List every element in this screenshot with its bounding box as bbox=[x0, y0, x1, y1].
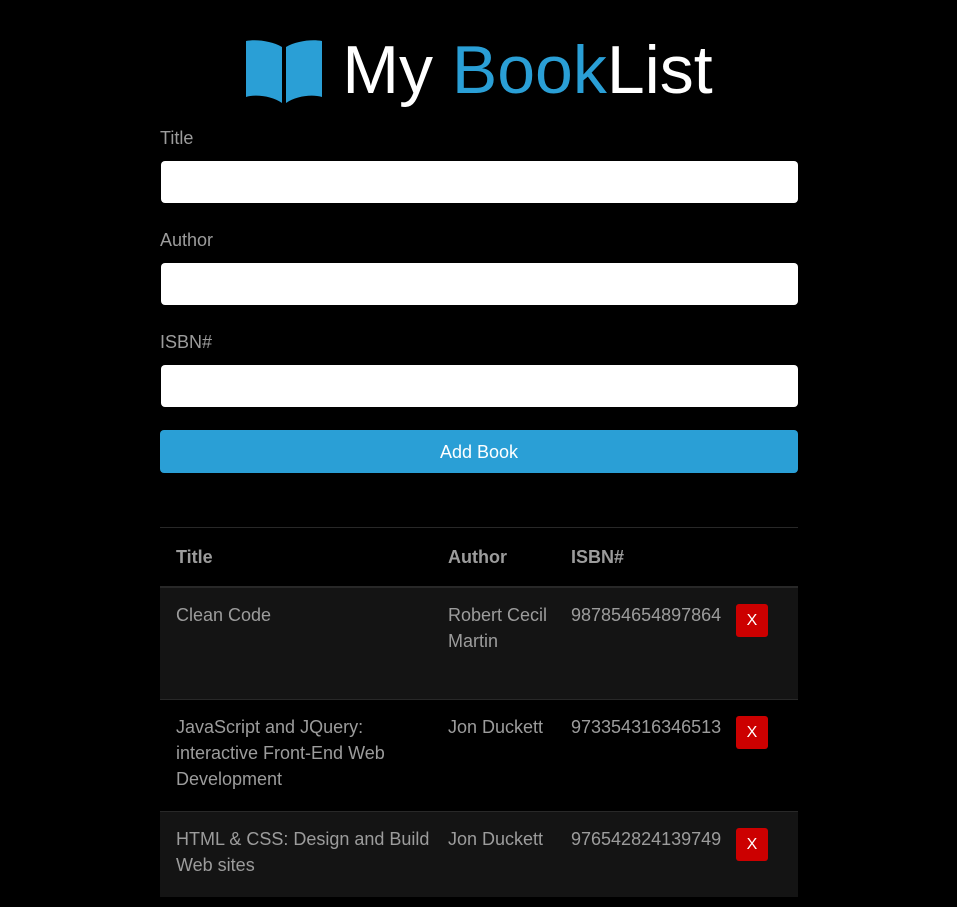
book-title-cell: HTML & CSS: Design and Build Web sites bbox=[160, 811, 435, 897]
column-header-action bbox=[736, 527, 798, 588]
app-title-my: My bbox=[342, 32, 452, 108]
book-author-cell: Jon Duckett bbox=[435, 699, 558, 812]
book-open-icon bbox=[246, 40, 323, 103]
title-input[interactable] bbox=[161, 161, 798, 203]
book-form: Title Author ISBN# Add Book bbox=[160, 124, 798, 473]
isbn-label: ISBN# bbox=[160, 332, 213, 352]
app-title: My BookList bbox=[342, 36, 712, 104]
title-label: Title bbox=[160, 128, 194, 148]
book-action-cell: X bbox=[736, 587, 798, 700]
app-title-book: Book bbox=[451, 32, 607, 108]
app-title-list: List bbox=[606, 32, 713, 108]
page: My BookList Title Author ISBN# Add Book bbox=[0, 0, 957, 907]
table-row: JavaScript and JQuery: interactive Front… bbox=[160, 699, 798, 812]
author-label: Author bbox=[160, 230, 214, 250]
author-input[interactable] bbox=[161, 263, 798, 305]
book-title-cell: Clean Code bbox=[160, 587, 435, 700]
delete-book-button[interactable]: X bbox=[736, 604, 768, 637]
table-header-row: Title Author ISBN# bbox=[160, 527, 798, 588]
book-title-cell: JavaScript and JQuery: interactive Front… bbox=[160, 699, 435, 812]
book-isbn-cell: 987854654897864 bbox=[558, 587, 736, 700]
book-isbn-cell: 973354316346513 bbox=[558, 699, 736, 812]
book-table-container: Title Author ISBN# Clean Code Robert Cec… bbox=[160, 527, 798, 897]
title-field-group: Title bbox=[160, 126, 798, 226]
column-header-title: Title bbox=[160, 527, 435, 588]
author-field-group: Author bbox=[160, 228, 798, 328]
book-list-table: Title Author ISBN# Clean Code Robert Cec… bbox=[160, 527, 798, 897]
column-header-isbn: ISBN# bbox=[558, 527, 736, 588]
delete-book-button[interactable]: X bbox=[736, 828, 768, 861]
isbn-field-group: ISBN# bbox=[160, 330, 798, 430]
table-row: Clean Code Robert Cecil Martin 987854654… bbox=[160, 587, 798, 700]
add-book-button[interactable]: Add Book bbox=[160, 430, 798, 473]
column-header-author: Author bbox=[435, 527, 558, 588]
book-author-cell: Jon Duckett bbox=[435, 811, 558, 897]
book-action-cell: X bbox=[736, 811, 798, 897]
book-isbn-cell: 976542824139749 bbox=[558, 811, 736, 897]
isbn-input[interactable] bbox=[161, 365, 798, 407]
delete-book-button[interactable]: X bbox=[736, 716, 768, 749]
book-author-cell: Robert Cecil Martin bbox=[435, 587, 558, 700]
app-header: My BookList bbox=[0, 28, 957, 112]
table-row: HTML & CSS: Design and Build Web sites J… bbox=[160, 811, 798, 897]
book-action-cell: X bbox=[736, 699, 798, 812]
